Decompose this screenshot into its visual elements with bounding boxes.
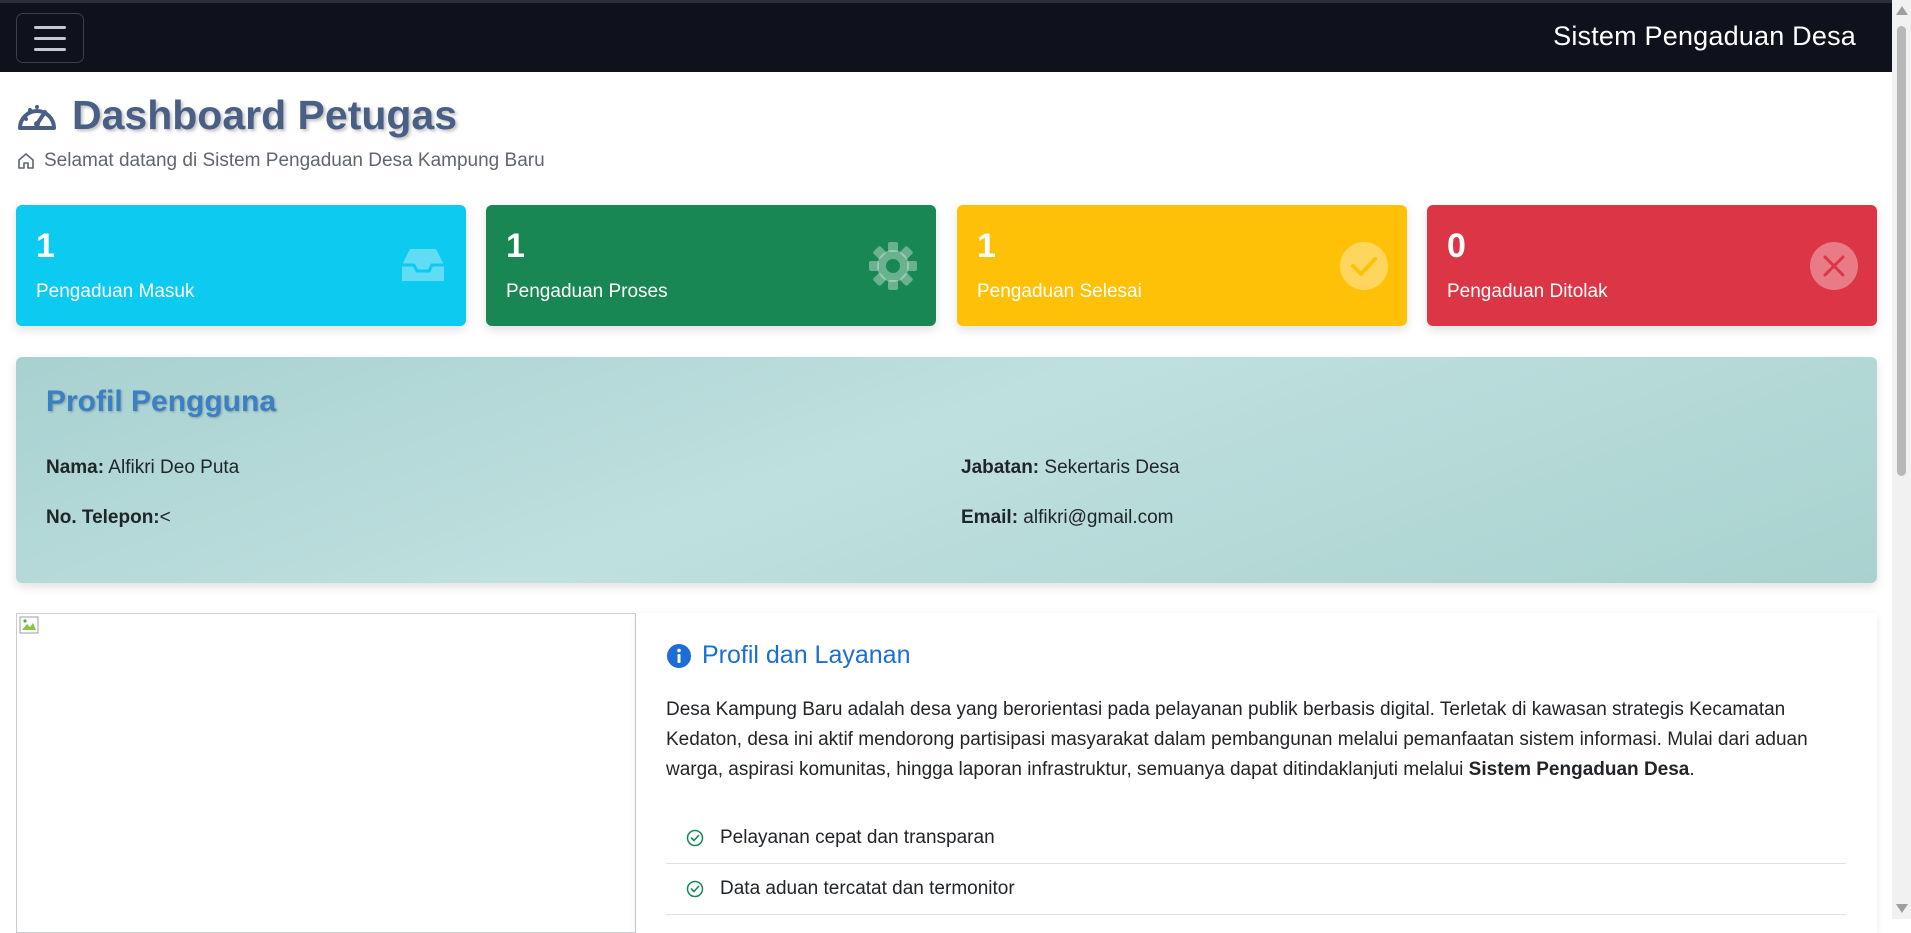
stat-card-ditolak[interactable]: 0 Pengaduan Ditolak <box>1427 205 1877 326</box>
info-circle-icon <box>667 643 691 668</box>
welcome-text: Selamat datang di Sistem Pengaduan Desa … <box>16 150 545 172</box>
page-header: Dashboard Petugas <box>16 92 457 139</box>
stat-value: 0 <box>1447 227 1466 265</box>
position-value: Sekertaris Desa <box>1039 457 1180 478</box>
menu-toggle-button[interactable] <box>16 13 84 63</box>
profile-email: Email: alfikri@gmail.com <box>961 507 1174 529</box>
profile-panel: Profil Pengguna Nama: Alfikri Deo Puta N… <box>16 357 1877 583</box>
broken-image-icon <box>19 616 39 634</box>
name-value: Alfikri Deo Puta <box>104 457 240 478</box>
system-name: Sistem Pengaduan Desa <box>1468 759 1690 780</box>
stat-card-proses[interactable]: 1 Pengaduan Proses <box>486 205 936 326</box>
list-item: Pelayanan cepat dan transparan <box>666 813 1846 864</box>
top-navbar: Sistem Pengaduan Desa <box>0 0 1892 72</box>
inbox-icon <box>402 249 444 281</box>
scrollbar-thumb[interactable] <box>1897 26 1906 476</box>
service-card: Profil dan Layanan Desa Kampung Baru ada… <box>636 613 1877 933</box>
service-title: Profil dan Layanan <box>702 641 911 669</box>
village-image <box>16 613 636 933</box>
profile-name: Nama: Alfikri Deo Puta <box>46 457 239 479</box>
stat-card-selesai[interactable]: 1 Pengaduan Selesai <box>957 205 1407 326</box>
vertical-scrollbar[interactable] <box>1892 0 1911 919</box>
house-icon <box>18 153 34 169</box>
list-item-text: Pelayanan cepat dan transparan <box>720 827 995 848</box>
service-list: Pelayanan cepat dan transparan Data adua… <box>666 813 1846 915</box>
list-item-text: Data aduan tercatat dan termonitor <box>720 878 1015 899</box>
position-label: Jabatan: <box>961 457 1040 478</box>
stat-value: 1 <box>977 227 996 265</box>
phone-value: < <box>159 507 171 528</box>
check-circle-icon <box>686 880 704 898</box>
hamburger-icon <box>34 25 66 29</box>
email-label: Email: <box>961 507 1019 528</box>
welcome-subtitle: Selamat datang di Sistem Pengaduan Desa … <box>44 150 545 171</box>
speedometer-icon <box>18 104 56 130</box>
stat-label: Pengaduan Ditolak <box>1447 281 1608 302</box>
gear-icon <box>869 242 917 290</box>
scroll-down-icon[interactable] <box>1896 904 1908 913</box>
profile-phone: No. Telepon:< <box>46 507 171 529</box>
profile-title: Profil Pengguna <box>46 385 277 418</box>
page-title: Dashboard Petugas <box>72 92 458 138</box>
list-item: Data aduan tercatat dan termonitor <box>666 864 1846 915</box>
scroll-up-icon[interactable] <box>1896 6 1908 15</box>
name-label: Nama: <box>46 457 105 478</box>
check-circle-icon <box>1340 242 1388 290</box>
service-title-row: Profil dan Layanan <box>666 641 910 670</box>
service-description: Desa Kampung Baru adalah desa yang beror… <box>666 699 1808 780</box>
stat-label: Pengaduan Selesai <box>977 281 1142 302</box>
profile-position: Jabatan: Sekertaris Desa <box>961 457 1180 479</box>
email-value: alfikri@gmail.com <box>1018 507 1174 528</box>
check-circle-icon <box>686 829 704 847</box>
stat-value: 1 <box>506 227 525 265</box>
phone-label: No. Telepon: <box>46 507 160 528</box>
x-circle-icon <box>1810 242 1858 290</box>
stat-label: Pengaduan Masuk <box>36 281 195 302</box>
stat-value: 1 <box>36 227 55 265</box>
stat-label: Pengaduan Proses <box>506 281 668 302</box>
stat-card-masuk[interactable]: 1 Pengaduan Masuk <box>16 205 466 326</box>
navbar-brand[interactable]: Sistem Pengaduan Desa <box>1553 21 1856 52</box>
